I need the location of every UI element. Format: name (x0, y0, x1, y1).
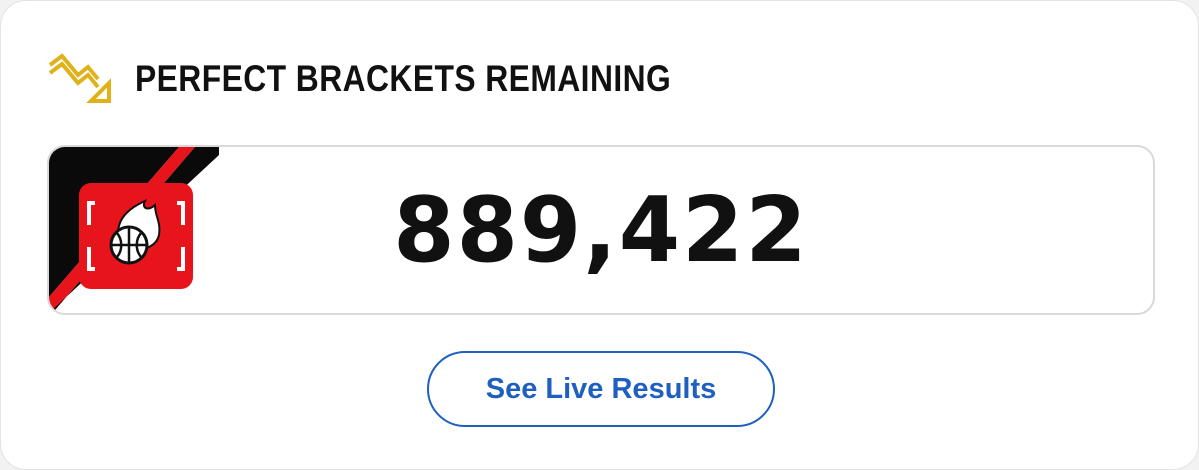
bracket-count: 889,422 (49, 147, 1153, 313)
trend-down-icon (48, 53, 111, 103)
see-live-results-label: See Live Results (485, 372, 717, 405)
brackets-card: PERFECT BRACKETS REMAINING 889,422 See L… (0, 0, 1199, 470)
see-live-results-button[interactable]: See Live Results (427, 351, 775, 427)
bracket-counter: 889,422 (47, 145, 1155, 315)
bracket-count-value: 889,422 (393, 177, 809, 283)
card-header: PERFECT BRACKETS REMAINING (47, 49, 759, 109)
card-title: PERFECT BRACKETS REMAINING (135, 58, 672, 99)
